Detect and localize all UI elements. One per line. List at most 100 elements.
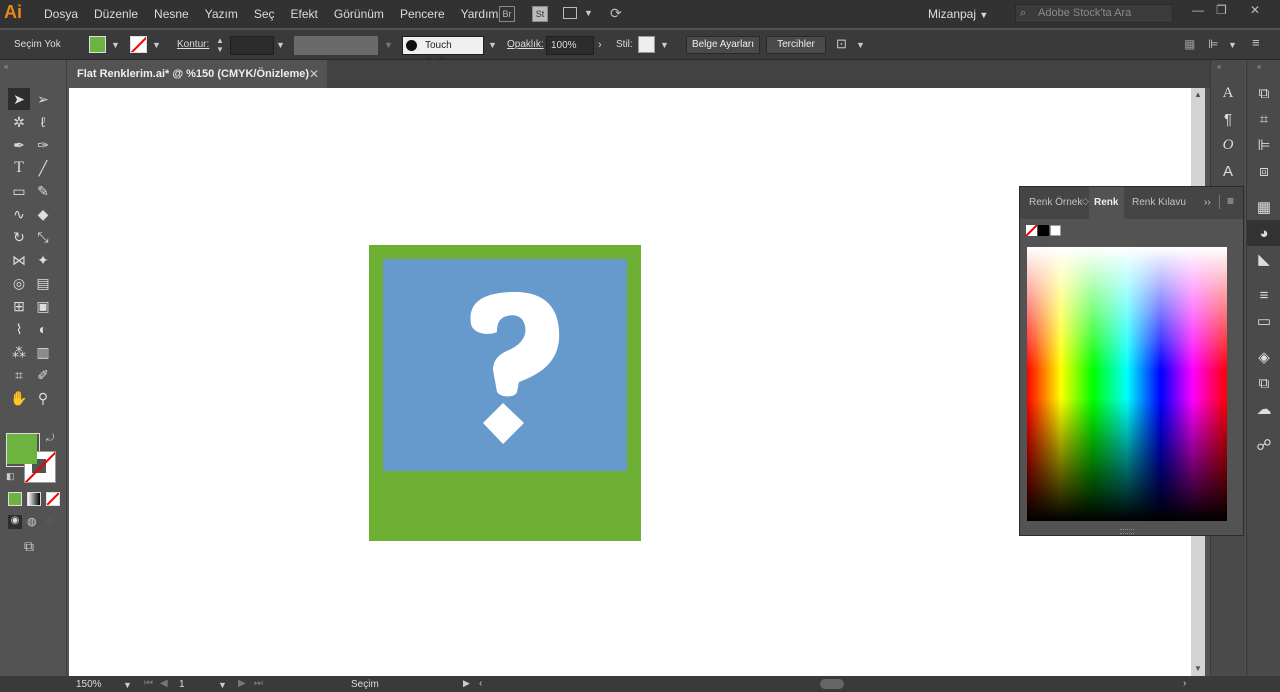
draw-behind-icon[interactable]: ◍ [27, 515, 37, 528]
perspective-grid-icon[interactable]: ▤ [32, 272, 54, 294]
curvature-tool-icon[interactable]: ✑ [32, 134, 54, 156]
color-guide-icon[interactable]: ◣ [1247, 246, 1280, 272]
stroke-stepper-icon[interactable]: ▲ ▼ [216, 36, 224, 54]
zoom-tool-icon[interactable]: ⚲ [32, 387, 54, 409]
export-panel-icon[interactable]: ⧈ [1247, 158, 1280, 184]
align-options-icon[interactable]: ⊫ [1208, 37, 1218, 51]
selection-tool-icon[interactable]: ➤ [8, 88, 30, 110]
collapse-icon[interactable]: « [1257, 62, 1261, 71]
fill-swatch[interactable] [89, 36, 106, 53]
scroll-up-icon[interactable]: ▲ [1194, 90, 1202, 99]
none-color-icon[interactable] [1026, 225, 1037, 236]
default-colors-icon[interactable]: ◧ [6, 471, 15, 482]
horizontal-scroll-thumb[interactable] [820, 679, 844, 689]
collapse-icon[interactable]: « [4, 62, 8, 71]
pen-tool-icon[interactable]: ✒ [8, 134, 30, 156]
draw-normal-icon[interactable]: ◉ [8, 515, 22, 529]
opacity-label[interactable]: Opaklık: [507, 39, 544, 50]
lasso-icon[interactable]: ℓ [32, 111, 54, 133]
artboards-panel-icon[interactable]: ⧉ [1247, 370, 1280, 396]
prev-artboard-icon[interactable]: ◀ [160, 678, 168, 689]
shape-builder-icon[interactable]: ◎ [8, 272, 30, 294]
draw-inside-icon[interactable]: ◌ [46, 515, 53, 527]
magic-wand-icon[interactable]: ✲ [8, 111, 30, 133]
minimize-icon[interactable]: — [1192, 3, 1204, 17]
expand-panel-icon[interactable]: ›› [1204, 197, 1211, 208]
transform-icon[interactable]: ⊡ [836, 36, 847, 52]
pathfinder-panel-icon[interactable]: ⧉ [1247, 80, 1280, 106]
shaper-tool-icon[interactable]: ∿ [8, 203, 30, 225]
chevron-down-icon[interactable]: ▼ [1228, 40, 1238, 50]
stock-icon[interactable]: St [532, 6, 548, 22]
menu-window[interactable]: Pencere [400, 7, 445, 21]
swatches-panel-icon[interactable]: ▦ [1247, 194, 1280, 220]
align-panel-icon[interactable]: ⊫ [1247, 132, 1280, 158]
document-tab[interactable]: Flat Renklerim.ai* @ %150 (CMYK/Önizleme… [69, 60, 327, 88]
align-icon[interactable]: ▦ [1184, 37, 1195, 51]
hand-tool-icon[interactable]: ✋ [8, 387, 30, 409]
paragraph-panel-icon[interactable]: ¶ [1211, 106, 1245, 132]
slice-tool-icon[interactable]: ✐ [32, 364, 54, 386]
variable-width-profile[interactable] [294, 36, 378, 55]
symbol-sprayer-icon[interactable]: ⁂ [8, 341, 30, 363]
chevron-down-icon[interactable]: ▼ [276, 40, 286, 50]
stock-search-input[interactable]: Adobe Stock'ta Ara [1015, 4, 1173, 23]
eraser-icon[interactable]: ◆ [32, 203, 54, 225]
artboard-number[interactable]: 1 [179, 679, 185, 690]
scroll-left-icon[interactable]: ‹ [479, 678, 482, 689]
column-graph-icon[interactable]: ▥ [32, 341, 54, 363]
chevron-down-icon[interactable]: ▼ [152, 40, 162, 50]
color-mode-icon[interactable] [8, 492, 22, 506]
color-spectrum[interactable] [1027, 247, 1227, 521]
tab-color-guide[interactable]: Renk Kılavu [1132, 197, 1186, 208]
chevron-down-icon[interactable]: ▼ [488, 40, 498, 50]
menu-select[interactable]: Seç [254, 7, 275, 21]
links-panel-icon[interactable]: ☍ [1247, 432, 1280, 458]
screen-mode-icon[interactable]: ⧉ [24, 538, 34, 555]
menu-file[interactable]: Dosya [44, 7, 78, 21]
rectangle-tool-icon[interactable]: ▭ [8, 180, 30, 202]
style-swatch[interactable] [638, 36, 655, 53]
menu-help[interactable]: Yardım [461, 7, 499, 21]
character-panel-icon[interactable]: A [1211, 80, 1245, 106]
resize-grip-icon[interactable] [1120, 529, 1134, 534]
mesh-tool-icon[interactable]: ⊞ [8, 295, 30, 317]
stroke-weight-input[interactable] [230, 36, 274, 55]
width-tool-icon[interactable]: ⋈ [8, 249, 30, 271]
last-artboard-icon[interactable]: ⏭ [254, 678, 263, 689]
eyedropper-icon[interactable]: ⌇ [8, 318, 30, 340]
arrange-documents-icon[interactable] [563, 7, 577, 19]
tab-swatches[interactable]: Renk Örnek [1029, 197, 1082, 208]
black-swatch[interactable] [1038, 225, 1049, 236]
gradient-mode-icon[interactable] [27, 492, 41, 506]
scroll-right-icon[interactable]: › [1183, 678, 1186, 689]
chevron-down-icon[interactable]: ▼ [856, 40, 866, 50]
scroll-down-icon[interactable]: ▼ [1194, 664, 1202, 673]
white-swatch[interactable] [1050, 225, 1061, 236]
collapse-icon[interactable]: « [1217, 62, 1221, 71]
close-tab-icon[interactable]: ✕ [309, 60, 319, 88]
stroke-swatch[interactable] [130, 36, 147, 53]
rotate-tool-icon[interactable]: ↻ [8, 226, 30, 248]
status-menu-icon[interactable]: ▶ [463, 678, 470, 689]
menu-effect[interactable]: Efekt [291, 7, 318, 21]
libraries-panel-icon[interactable]: ☁ [1247, 396, 1280, 422]
menu-view[interactable]: Görünüm [334, 7, 384, 21]
color-panel-icon[interactable]: ◕ [1247, 220, 1280, 246]
line-tool-icon[interactable]: ╱ [32, 157, 54, 179]
close-window-icon[interactable]: ✕ [1250, 3, 1260, 17]
chevron-down-icon[interactable]: ▼ [218, 680, 228, 690]
chevron-down-icon[interactable]: ▼ [111, 40, 121, 50]
stroke-label[interactable]: Kontur: [177, 39, 209, 50]
type-tool-icon[interactable]: T [8, 157, 30, 179]
document-settings-button[interactable]: Belge Ayarları [686, 36, 760, 54]
chevron-down-icon[interactable]: ▼ [384, 40, 394, 50]
swap-colors-icon[interactable]: ⤾ [46, 433, 54, 444]
zoom-level[interactable]: 150% [76, 679, 102, 690]
restore-icon[interactable]: ❐ [1216, 3, 1227, 17]
menu-type[interactable]: Yazım [205, 7, 238, 21]
bridge-icon[interactable]: Br [499, 6, 515, 22]
stroke-panel-icon[interactable]: ≡ [1247, 282, 1280, 308]
gradient-tool-icon[interactable]: ▣ [32, 295, 54, 317]
layers-panel-icon[interactable]: ◈ [1247, 344, 1280, 370]
